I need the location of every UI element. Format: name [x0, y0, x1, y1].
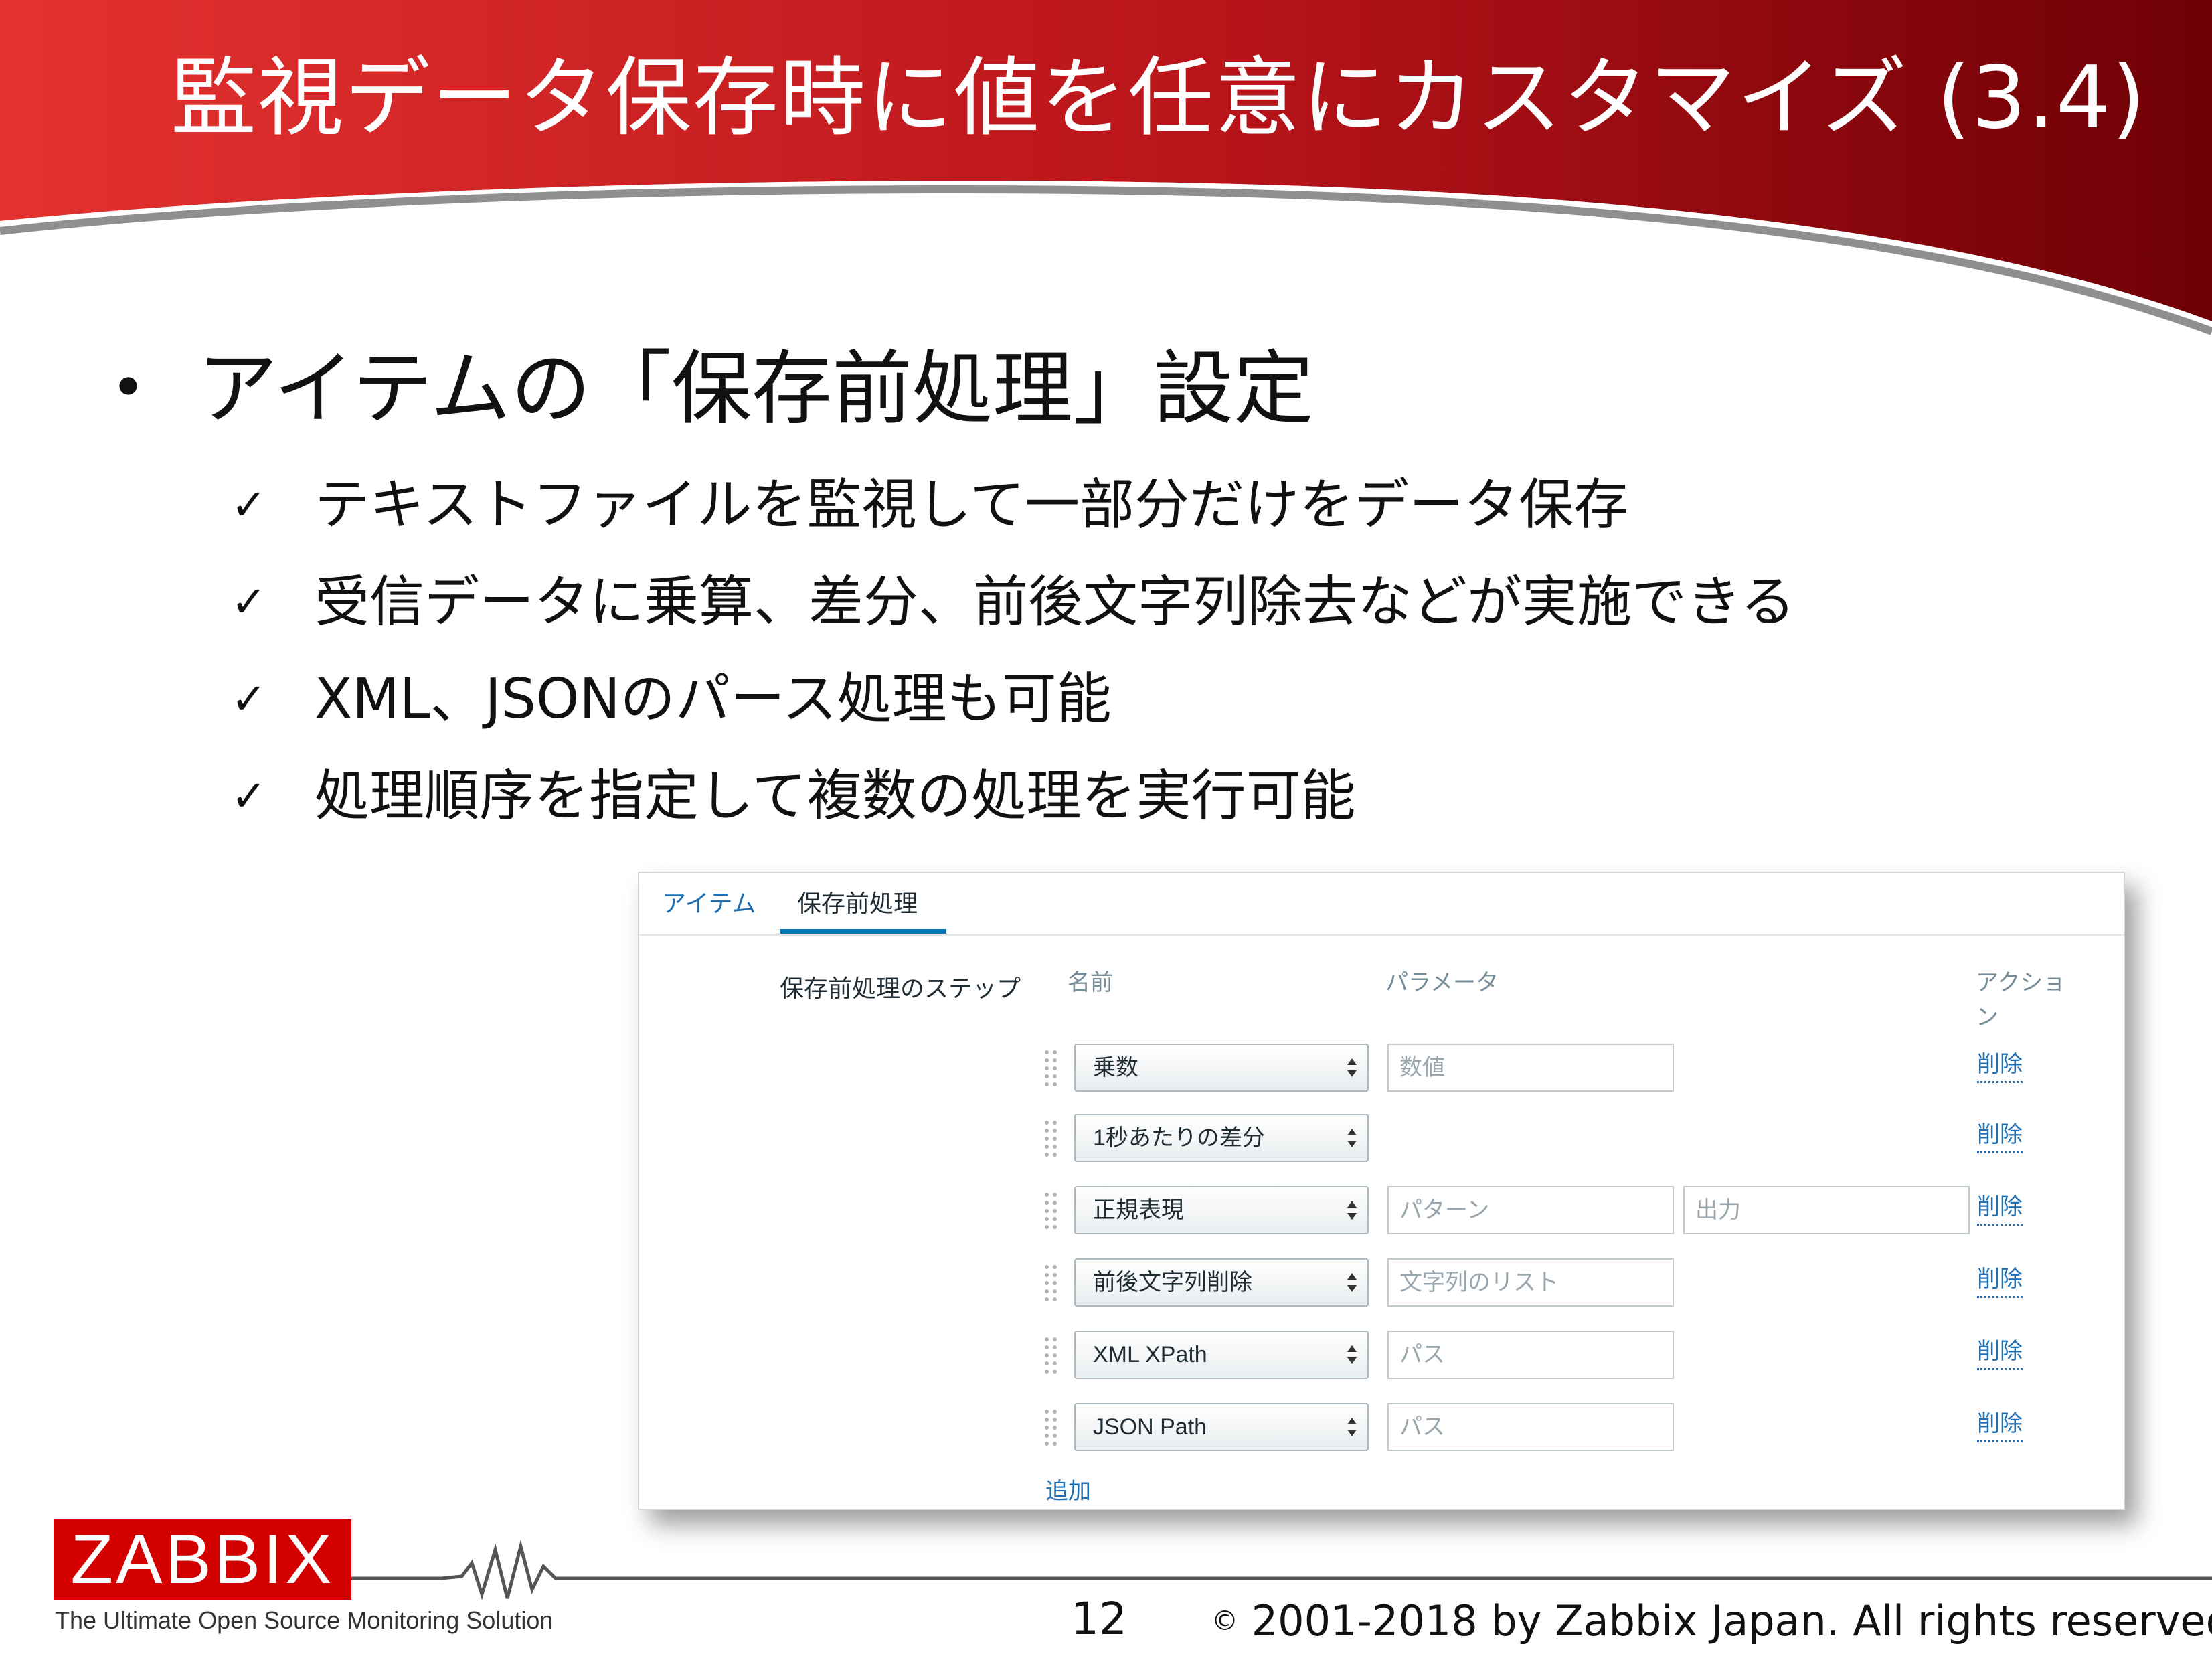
- select-arrows-icon: [1347, 1129, 1357, 1147]
- step-type-select[interactable]: 前後文字列削除: [1074, 1258, 1369, 1307]
- tab-preprocessing[interactable]: 保存前処理: [797, 885, 918, 922]
- sub-bullet-text: テキストファイルを監視して一部分だけをデータ保存: [315, 473, 1629, 537]
- step-type-value: 1秒あたりの差分: [1093, 1125, 1265, 1151]
- page-number: 12: [1071, 1593, 1127, 1645]
- logo-tagline: The Ultimate Open Source Monitoring Solu…: [55, 1606, 554, 1634]
- add-step-link[interactable]: 追加: [1045, 1473, 1091, 1505]
- copyright: © 2001-2018 by Zabbix Japan. All rights …: [1211, 1596, 2212, 1645]
- preprocessing-step-row: 正規表現 削除: [639, 1186, 2124, 1240]
- preprocessing-step-row: 1秒あたりの差分 削除: [639, 1114, 2124, 1167]
- zabbix-logo: ZABBIX: [54, 1519, 351, 1600]
- tab-items[interactable]: アイテム: [662, 885, 756, 922]
- preprocessing-step-row: JSON Path 削除: [639, 1403, 2124, 1457]
- preprocessing-step-row: 乗数 削除: [639, 1044, 2124, 1097]
- select-arrows-icon: [1347, 1345, 1357, 1364]
- step-type-select[interactable]: 乗数: [1074, 1044, 1369, 1092]
- slide-header: 監視データ保存時に値を任意にカスタマイズ (3.4): [0, 0, 2212, 335]
- pattern-input[interactable]: [1387, 1186, 1674, 1234]
- step-type-value: 乗数: [1093, 1055, 1138, 1080]
- preprocessing-step-row: 前後文字列削除 削除: [639, 1258, 2124, 1312]
- main-bullet-text: アイテムの「保存前処理」設定: [197, 343, 1314, 436]
- path-input[interactable]: [1387, 1331, 1674, 1379]
- remove-step-link[interactable]: 削除: [1977, 1118, 2023, 1153]
- preprocessing-panel: アイテム 保存前処理 保存前処理のステップ 名前 パラメータ アクション 乗数 …: [638, 872, 2125, 1510]
- step-type-select[interactable]: XML XPath: [1074, 1331, 1369, 1379]
- output-input[interactable]: [1683, 1186, 1970, 1234]
- step-type-value: JSON Path: [1093, 1414, 1207, 1440]
- step-type-select[interactable]: 正規表現: [1074, 1186, 1369, 1234]
- select-arrows-icon: [1347, 1201, 1357, 1220]
- drag-handle-icon[interactable]: [1043, 1049, 1059, 1090]
- copyright-symbol: ©: [1211, 1606, 1238, 1637]
- path-input[interactable]: [1387, 1403, 1674, 1451]
- preprocessing-step-row: XML XPath 削除: [639, 1331, 2124, 1384]
- slide-title: 監視データ保存時に値を任意にカスタマイズ (3.4): [171, 48, 2147, 148]
- drag-handle-icon[interactable]: [1043, 1264, 1059, 1305]
- select-arrows-icon: [1347, 1273, 1357, 1292]
- remove-step-link[interactable]: 削除: [1977, 1335, 2023, 1370]
- step-type-select[interactable]: JSON Path: [1074, 1403, 1369, 1451]
- sub-bullet: ✓ 受信データに乗算、差分、前後文字列除去などが実施できる: [231, 559, 1795, 656]
- remove-step-link[interactable]: 削除: [1977, 1048, 2023, 1083]
- string-list-input[interactable]: [1387, 1258, 1674, 1307]
- select-arrows-icon: [1347, 1418, 1357, 1436]
- step-type-value: 前後文字列削除: [1093, 1270, 1252, 1295]
- select-arrows-icon: [1347, 1058, 1357, 1077]
- active-tab-indicator: [780, 929, 946, 934]
- drag-handle-icon[interactable]: [1043, 1191, 1059, 1233]
- sub-bullet-text: 処理順序を指定して複数の処理を実行可能: [315, 764, 1356, 828]
- copyright-text: 2001-2018 by Zabbix Japan. All rights re…: [1251, 1596, 2212, 1645]
- column-header-name: 名前: [1068, 970, 1113, 995]
- remove-step-link[interactable]: 削除: [1977, 1190, 2023, 1226]
- checkmark-icon: ✓: [231, 772, 267, 821]
- checkmark-icon: ✓: [231, 481, 267, 530]
- checkmark-icon: ✓: [231, 578, 267, 627]
- sub-bullet-text: XML、JSONのパース処理も可能: [315, 667, 1112, 731]
- sub-bullet: ✓ 処理順序を指定して複数の処理を実行可能: [231, 753, 1795, 850]
- drag-handle-icon[interactable]: [1043, 1119, 1059, 1161]
- sub-bullet-list: ✓ テキストファイルを監視して一部分だけをデータ保存 ✓ 受信データに乗算、差分、前…: [231, 462, 1795, 850]
- sub-bullet-text: 受信データに乗算、差分、前後文字列除去などが実施できる: [315, 570, 1796, 634]
- drag-handle-icon[interactable]: [1043, 1408, 1059, 1450]
- column-header-action: アクション: [1976, 970, 2066, 1030]
- step-type-select[interactable]: 1秒あたりの差分: [1074, 1114, 1369, 1162]
- bullet-dot-icon: •: [110, 353, 147, 423]
- tab-bar: アイテム 保存前処理: [639, 873, 2124, 936]
- remove-step-link[interactable]: 削除: [1977, 1407, 2023, 1442]
- steps-label: 保存前処理のステップ: [780, 975, 1021, 1002]
- sub-bullet: ✓ テキストファイルを監視して一部分だけをデータ保存: [231, 462, 1795, 559]
- step-type-value: 正規表現: [1093, 1197, 1184, 1223]
- checkmark-icon: ✓: [231, 675, 267, 724]
- parameter-input[interactable]: [1387, 1044, 1674, 1092]
- drag-handle-icon[interactable]: [1043, 1336, 1059, 1378]
- remove-step-link[interactable]: 削除: [1977, 1262, 2023, 1298]
- column-header-parameter: パラメータ: [1385, 970, 1499, 995]
- step-type-value: XML XPath: [1093, 1342, 1207, 1367]
- main-bullet: • アイテムの「保存前処理」設定: [110, 338, 1314, 440]
- sub-bullet: ✓ XML、JSONのパース処理も可能: [231, 656, 1795, 753]
